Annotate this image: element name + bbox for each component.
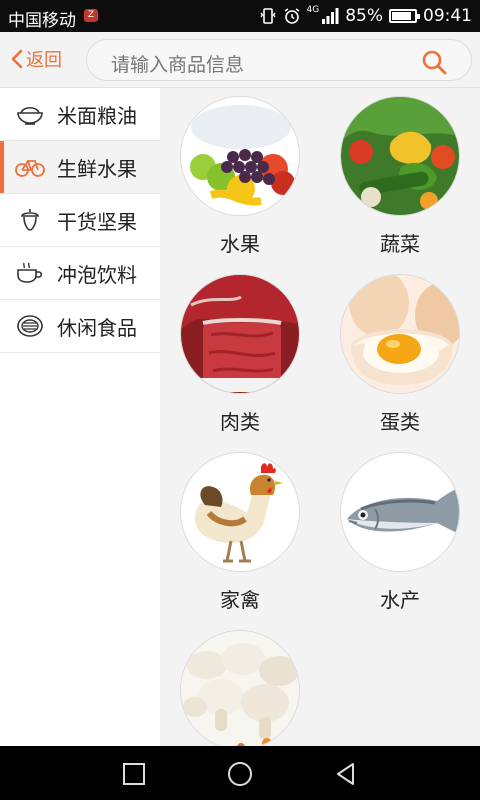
sim-badge-icon: Z [84,9,98,22]
sidebar-item-label: 生鲜水果 [57,156,137,181]
category-label: 水产 [380,588,420,612]
acorn-icon [21,209,39,231]
category-meat[interactable]: 肉类 [160,266,320,444]
sidebar-item-label: 休闲食品 [57,315,137,340]
category-grid: 水果 蔬菜 肉类 蛋类 家禽 水产 [160,88,480,746]
category-label: 家禽 [220,588,260,612]
search-icon[interactable] [421,49,447,75]
home-button[interactable] [227,761,253,787]
category-fruit[interactable]: 水果 [160,88,320,266]
back-button[interactable]: 返回 [10,46,62,72]
chevron-left-icon [11,49,23,69]
sidebar-item-snacks[interactable]: 休闲食品 [0,300,160,353]
category-label: 水果 [220,232,260,256]
sidebar-item-rice-noodle-oil[interactable]: 米面粮油 [0,88,160,141]
category-label: 蛋类 [380,410,420,434]
vibrate-icon [259,8,276,24]
battery-icon [389,9,420,23]
search-input[interactable]: 请输入商品信息 [86,39,472,81]
category-sidebar: 米面粮油 生鲜水果 干货坚果 冲泡饮料 休闲食品 [0,88,160,746]
category-mushroom[interactable] [160,622,320,746]
egg-image [340,274,460,394]
category-poultry[interactable]: 家禽 [160,444,320,622]
category-label: 蔬菜 [380,232,420,256]
sidebar-item-drinks[interactable]: 冲泡饮料 [0,247,160,300]
alarm-icon [284,8,299,24]
category-seafood[interactable]: 水产 [320,444,480,622]
back-nav-button[interactable] [333,761,359,787]
sidebar-item-label: 米面粮油 [57,103,137,128]
header: 返回 请输入商品信息 [0,32,480,88]
carrier-label: 中国移动 [8,11,76,31]
sidebar-item-fresh-fruit[interactable]: 生鲜水果 [0,141,160,194]
sidebar-item-label: 干货坚果 [57,209,137,234]
network-type-label: 4G [306,5,320,15]
battery-percent: 85% [345,6,383,26]
coffee-cup-icon [17,262,43,283]
clock: 09:41 [423,6,472,26]
sidebar-item-dry-goods-nuts[interactable]: 干货坚果 [0,194,160,247]
fruit-image [180,96,300,216]
recent-apps-button[interactable] [121,761,147,787]
fish-image [340,452,460,572]
bicycle-icon [15,160,45,177]
meat-image [180,274,300,394]
search-placeholder: 请输入商品信息 [111,54,245,76]
category-eggs[interactable]: 蛋类 [320,266,480,444]
sidebar-item-label: 冲泡饮料 [57,262,137,287]
vegetable-image [340,96,460,216]
snack-bowl-icon [17,315,43,337]
rice-bowl-icon [17,106,43,125]
category-label: 肉类 [220,410,260,434]
battery-fill [392,12,411,20]
poultry-image [180,452,300,572]
category-vegetables[interactable]: 蔬菜 [320,88,480,266]
back-label: 返回 [26,50,62,71]
signal-icon [322,8,339,24]
system-navigation-bar [0,746,480,800]
mushroom-image [180,630,300,746]
status-bar: 中国移动 Z 4G 85% 09:41 [0,0,480,32]
